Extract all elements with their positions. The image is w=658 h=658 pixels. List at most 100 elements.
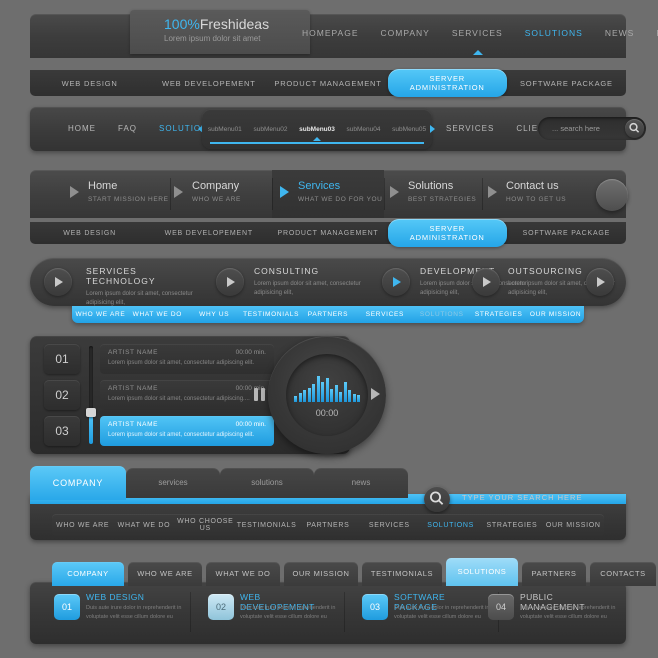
volume-slider[interactable]: [86, 346, 96, 444]
site-logo[interactable]: 100%Freshideas Lorem ipsum dolor sit ame…: [130, 10, 310, 54]
bluenav-item-our-mission[interactable]: OUR MISSION: [527, 311, 584, 318]
tab7-partners[interactable]: PARTNERS: [522, 562, 586, 586]
subnav-item-web-developement[interactable]: WEB DEVELOPEMENT: [149, 79, 268, 88]
bluenav-item-what-we-do[interactable]: WHAT WE DO: [129, 311, 186, 318]
bluenav-item-who-we-are[interactable]: WHO WE ARE: [72, 311, 129, 318]
active-pill[interactable]: SERVER ADMINISTRATION: [387, 69, 507, 97]
tab7-who-we-are[interactable]: WHO WE ARE: [128, 562, 202, 586]
submenu-item-04[interactable]: subMenu04: [347, 126, 381, 133]
subnav6-item-services[interactable]: SERVICES: [359, 522, 420, 529]
tab7-testimonials[interactable]: TESTIMONIALS: [362, 562, 442, 586]
logo-name: Freshideas: [199, 16, 270, 32]
header-block-1: 100%Freshideas Lorem ipsum dolor sit ame…: [30, 10, 658, 97]
playlist-number-02[interactable]: 02: [44, 380, 80, 410]
tab7-what-we-do[interactable]: WHAT WE DO: [206, 562, 280, 586]
search-placeholder[interactable]: TYPE YOUR SEARCH HERE: [462, 493, 582, 502]
subnav3-item-software-package[interactable]: SOFTWARE PACKAGE: [507, 230, 626, 237]
submenu-item-01[interactable]: subMenu01: [208, 126, 242, 133]
bluenav-item-why-us[interactable]: WHY US: [186, 311, 243, 318]
subnav6-item-our-mission[interactable]: OUR MISSION: [543, 522, 604, 529]
playlist-track-2[interactable]: ARTIST NAME 00:00 min. Lorem ipsum dolor…: [100, 380, 274, 410]
feature-arrow-button-3[interactable]: [382, 268, 410, 296]
arrow-right-icon: [70, 186, 79, 198]
bluenav-item-solutions[interactable]: SOLUTIONS: [413, 311, 470, 318]
card-web-design[interactable]: 01 WEB DESIGN Duis aute irure dolor in r…: [48, 590, 182, 634]
subnav6-item-strategies[interactable]: STRATEGIES: [481, 522, 542, 529]
card-public-management[interactable]: 04 PUBLIC MANAGEMENT Duis aute irure dol…: [482, 590, 616, 634]
feature-col-consulting[interactable]: CONSULTING Lorem ipsum dolor sit amet, c…: [254, 266, 372, 298]
submenu-item-05[interactable]: subMenu05: [392, 126, 426, 133]
nav2-item-faq[interactable]: FAQ: [118, 124, 137, 133]
search-input[interactable]: ... search here: [538, 117, 646, 140]
feature-arrow-button-5[interactable]: [586, 268, 614, 296]
bluenav-item-testimonials[interactable]: TESTIMONIALS: [243, 311, 300, 318]
main-nav: HOMEPAGE COMPANY SERVICES SOLUTIONS NEWS…: [302, 28, 658, 38]
track-desc: Lorem ipsum dolor sit amet, consectetur …: [108, 396, 250, 402]
subnav-item-product-management[interactable]: PRODUCT MANAGEMENT: [268, 79, 387, 88]
subnav3-item-web-developement[interactable]: WEB DEVELOPEMENT: [149, 230, 268, 237]
subnav6-item-testimonials[interactable]: TESTIMONIALS: [236, 522, 297, 529]
active-pill[interactable]: SERVER ADMINISTRATION: [387, 219, 507, 247]
card-web-developement[interactable]: 02 WEB DEVELOPEMENT Duis aute irure dolo…: [202, 590, 336, 634]
logo-prefix: 100%: [164, 16, 200, 32]
pause-icon[interactable]: [254, 388, 265, 401]
bluenav-item-partners[interactable]: PARTNERS: [300, 311, 357, 318]
feature-arrow-button-2[interactable]: [216, 268, 244, 296]
feature-arrow-button-1[interactable]: [44, 268, 72, 296]
player-disc: 00:00: [268, 336, 386, 454]
nav-item-company[interactable]: COMPANY: [381, 28, 430, 38]
bluenav-item-services[interactable]: SERVICES: [356, 311, 413, 318]
tab7-solutions[interactable]: SOLUTIONS: [446, 558, 518, 586]
track-desc: Lorem ipsum dolor sit amet, consectetur …: [108, 360, 255, 366]
subnav6-item-who-choose-us[interactable]: WHO CHOOSE US: [175, 518, 236, 532]
feature-col-services-technology[interactable]: SERVICES TECHNOLOGY Lorem ipsum dolor si…: [86, 266, 204, 308]
playlist-track-1[interactable]: ARTIST NAME 00:00 min. Lorem ipsum dolor…: [100, 344, 274, 374]
subnav6-item-who-we-are[interactable]: WHO WE ARE: [52, 522, 113, 529]
nav-item-news[interactable]: NEWS: [605, 28, 635, 38]
playlist-number-03[interactable]: 03: [44, 416, 80, 446]
subnav3-item-server-administration[interactable]: SERVER ADMINISTRATION: [387, 219, 507, 247]
submenu-next-arrow-icon[interactable]: [430, 125, 435, 133]
subnav-item-web-design[interactable]: WEB DESIGN: [30, 79, 149, 88]
card-software-package[interactable]: 03 SOFTWARE PACKAGE Duis aute irure dolo…: [356, 590, 490, 634]
logo-text: 100%Freshideas: [164, 16, 269, 32]
search-icon[interactable]: [625, 119, 644, 138]
search-icon[interactable]: [424, 486, 450, 512]
tab-services[interactable]: services: [126, 468, 220, 498]
tab7-our-mission[interactable]: OUR MISSION: [284, 562, 358, 586]
bluenav-item-strategies[interactable]: STRATEGIES: [470, 311, 527, 318]
nav2-item-services[interactable]: SERVICES: [446, 124, 494, 133]
submenu-item-02[interactable]: subMenu02: [253, 126, 287, 133]
nav2-item-home[interactable]: HOME: [68, 124, 96, 133]
playlist-number-01[interactable]: 01: [44, 344, 80, 374]
slider-handle[interactable]: [86, 408, 96, 417]
subnav6-item-solutions[interactable]: SOLUTIONS: [420, 522, 481, 529]
submenu-item-03[interactable]: subMenu03: [299, 126, 335, 133]
feature-arrow-button-4[interactable]: [472, 268, 500, 296]
divider: [384, 178, 385, 210]
tab-news[interactable]: news: [314, 468, 408, 498]
nav3-item-contact-us[interactable]: Contact us HOW TO GET US: [488, 176, 592, 212]
subnav6-item-what-we-do[interactable]: WHAT WE DO: [113, 522, 174, 529]
nav-item-solutions[interactable]: SOLUTIONS: [525, 28, 583, 38]
next-icon[interactable]: [371, 388, 380, 400]
nav3-item-home[interactable]: Home START MISSION HERE: [70, 176, 170, 212]
subnav3-item-web-design[interactable]: WEB DESIGN: [30, 230, 149, 237]
playlist-track-3-active[interactable]: ARTIST NAME 00:00 min. Lorem ipsum dolor…: [100, 416, 274, 446]
subnav-item-software-package[interactable]: SOFTWARE PACKAGE: [507, 79, 626, 88]
nav3-item-company[interactable]: Company WHO WE ARE: [174, 176, 274, 212]
round-action-button[interactable]: [596, 179, 628, 211]
subnav3-item-product-management[interactable]: PRODUCT MANAGEMENT: [268, 230, 387, 237]
nav3-item-services[interactable]: Services WHAT WE DO FOR YOU: [280, 176, 384, 212]
feature-heading: CONSULTING: [254, 266, 320, 276]
nav3-item-solutions[interactable]: Solutions BEST STRATEGIES: [390, 176, 490, 212]
tab7-company[interactable]: COMPANY: [52, 562, 124, 586]
card-number-badge: 01: [54, 594, 80, 620]
tab-company[interactable]: COMPANY: [30, 466, 126, 500]
subnav6-item-partners[interactable]: PARTNERS: [297, 522, 358, 529]
tab-solutions[interactable]: solutions: [220, 468, 314, 498]
subnav-item-server-administration[interactable]: SERVER ADMINISTRATION: [387, 69, 507, 97]
nav-item-homepage[interactable]: HOMEPAGE: [302, 28, 359, 38]
nav-item-services[interactable]: SERVICES: [452, 28, 503, 38]
tab7-contacts[interactable]: CONTACTS: [590, 562, 656, 586]
